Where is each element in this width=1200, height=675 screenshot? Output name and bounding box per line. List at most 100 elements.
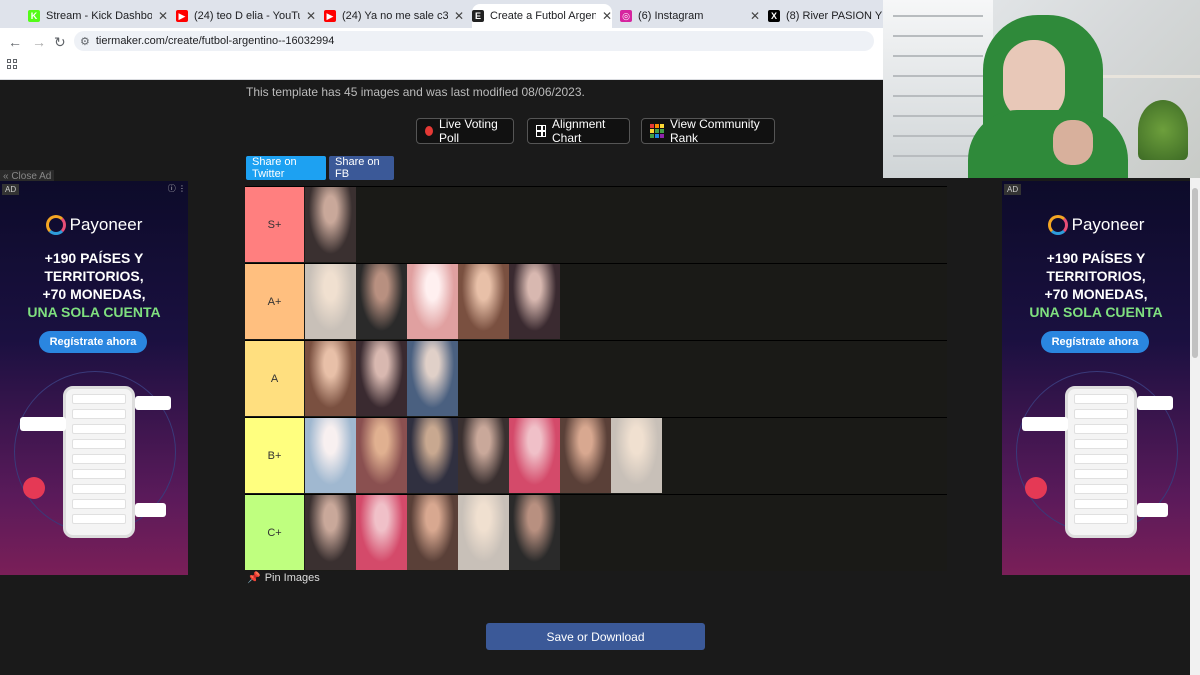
tier-row-c-plus[interactable]: C+	[245, 494, 947, 570]
tab-title: Create a Futbol Argentino Tier L	[490, 10, 596, 22]
address-bar[interactable]: ⚙ tiermaker.com/create/futbol-argentino-…	[74, 31, 874, 51]
tier-image[interactable]	[305, 264, 356, 339]
forward-icon[interactable]: →	[32, 34, 46, 50]
tab-title: (24) teo D elia - YouTube	[194, 10, 300, 22]
tier-image[interactable]	[305, 495, 356, 570]
ad-choices-icon[interactable]: ⓘ ⋮	[168, 183, 186, 194]
balance-chip	[1137, 503, 1168, 517]
tier-image[interactable]	[407, 341, 458, 416]
close-tab-icon[interactable]: ✕	[306, 9, 316, 23]
balance-chip	[20, 417, 66, 431]
tier-label[interactable]: A	[245, 341, 304, 416]
shelf	[1093, 75, 1200, 78]
ad-line-4: UNA SOLA CUENTA	[27, 304, 161, 320]
tier-label[interactable]: S+	[245, 187, 304, 262]
tab-title: Stream - Kick Dashboard	[46, 10, 152, 22]
balance-chip	[1137, 396, 1173, 410]
ad-cta-button[interactable]: Regístrate ahora	[39, 331, 147, 353]
phone-graphic	[1065, 386, 1137, 538]
tab-5[interactable]: ◎ (6) Instagram ✕	[620, 4, 760, 28]
tier-image[interactable]	[458, 418, 509, 493]
tier-row-a[interactable]: A	[245, 340, 947, 416]
ad-headline: +190 PAÍSES Y TERRITORIOS, +70 MONEDAS, …	[1002, 249, 1190, 321]
tier-image[interactable]	[458, 264, 509, 339]
ad-line-1: +190 PAÍSES Y	[1046, 250, 1146, 266]
ad-line-1: +190 PAÍSES Y	[44, 250, 144, 266]
tier-image[interactable]	[356, 341, 407, 416]
balance-chip	[135, 396, 171, 410]
page-scrollbar[interactable]	[1190, 178, 1200, 675]
ad-line-3: +70 MONEDAS,	[42, 286, 146, 302]
tab-title: (6) Instagram	[638, 10, 704, 22]
gift-icon	[23, 477, 45, 499]
reload-icon[interactable]: ↻	[54, 34, 66, 51]
tier-row-a-plus[interactable]: A+	[245, 263, 947, 339]
community-rank-icon	[650, 124, 664, 138]
tier-image[interactable]	[356, 418, 407, 493]
tier-image[interactable]	[611, 418, 662, 493]
tier-image[interactable]	[356, 264, 407, 339]
tab-4[interactable]: E Create a Futbol Argentino Tier L ✕	[472, 4, 612, 28]
tier-items	[305, 495, 560, 570]
tier-image[interactable]	[560, 418, 611, 493]
tiermaker-icon: E	[472, 10, 484, 22]
tier-image[interactable]	[305, 341, 356, 416]
close-tab-icon[interactable]: ✕	[750, 9, 760, 23]
ad-tag: AD	[2, 184, 20, 195]
tier-image[interactable]	[305, 418, 356, 493]
phone-graphic	[63, 386, 135, 538]
record-dot-icon	[425, 126, 434, 136]
tier-row-s-plus[interactable]: S+	[245, 186, 947, 262]
ad-left[interactable]: AD ⓘ ⋮ Payoneer +190 PAÍSES Y TERRITORIO…	[0, 181, 188, 575]
tier-image[interactable]	[509, 418, 560, 493]
live-voting-poll-button[interactable]: Live Voting Poll	[416, 117, 514, 145]
tier-image[interactable]	[407, 264, 458, 339]
pin-icon: 📌	[247, 572, 261, 584]
payoneer-logo-icon	[1047, 215, 1068, 235]
view-community-rank-button[interactable]: View Community Rank	[641, 117, 775, 145]
close-tab-icon[interactable]: ✕	[602, 9, 612, 23]
streamer-hands	[1053, 120, 1093, 165]
youtube-icon: ▶	[324, 10, 336, 22]
tier-image[interactable]	[356, 495, 407, 570]
tab-title: (24) Ya no me sale c3m3n AGUS	[342, 10, 448, 22]
scrollbar-thumb[interactable]	[1192, 188, 1198, 358]
tier-image[interactable]	[509, 495, 560, 570]
x-icon: X	[768, 10, 780, 22]
tier-image[interactable]	[509, 264, 560, 339]
share-twitter-button[interactable]: Share on Twitter	[246, 156, 326, 180]
tab-1[interactable]: K Stream - Kick Dashboard ✕	[28, 4, 168, 28]
ad-right[interactable]: AD Payoneer +190 PAÍSES Y TERRITORIOS, +…	[1002, 181, 1190, 575]
tier-label[interactable]: A+	[245, 264, 304, 339]
youtube-icon: ▶	[176, 10, 188, 22]
tier-image[interactable]	[407, 418, 458, 493]
community-rank-label: View Community Rank	[670, 117, 760, 145]
pin-images-toggle[interactable]: 📌 Pin Images	[247, 571, 320, 585]
url-text: tiermaker.com/create/futbol-argentino--1…	[95, 35, 335, 47]
tier-label[interactable]: C+	[245, 495, 304, 570]
tier-items	[305, 264, 560, 339]
close-tab-icon[interactable]: ✕	[158, 9, 168, 23]
tab-3[interactable]: ▶ (24) Ya no me sale c3m3n AGUS ✕	[324, 4, 464, 28]
tier-label[interactable]: B+	[245, 418, 304, 493]
close-tab-icon[interactable]: ✕	[454, 9, 464, 23]
balance-chip	[135, 503, 166, 517]
site-info-icon[interactable]: ⚙	[80, 35, 90, 48]
tab-2[interactable]: ▶ (24) teo D elia - YouTube ✕	[176, 4, 316, 28]
save-or-download-button[interactable]: Save or Download	[486, 623, 705, 650]
webcam-overlay	[883, 0, 1200, 178]
apps-icon[interactable]	[7, 59, 17, 69]
ad-cta-button[interactable]: Regístrate ahora	[1041, 331, 1149, 353]
streamer-face	[1003, 40, 1065, 120]
pin-images-label: Pin Images	[264, 571, 320, 584]
tier-image[interactable]	[305, 187, 356, 262]
tier-image[interactable]	[407, 495, 458, 570]
share-fb-button[interactable]: Share on FB	[329, 156, 394, 180]
tab-6[interactable]: X (8) River PASION Y FUTBOL c	[768, 4, 888, 28]
instagram-icon: ◎	[620, 10, 632, 22]
alignment-chart-button[interactable]: Alignment Chart	[527, 117, 630, 145]
back-icon[interactable]: ←	[8, 34, 22, 50]
tier-image[interactable]	[458, 495, 509, 570]
ad-tag: AD	[1004, 184, 1022, 195]
tier-row-b-plus[interactable]: B+	[245, 417, 947, 493]
